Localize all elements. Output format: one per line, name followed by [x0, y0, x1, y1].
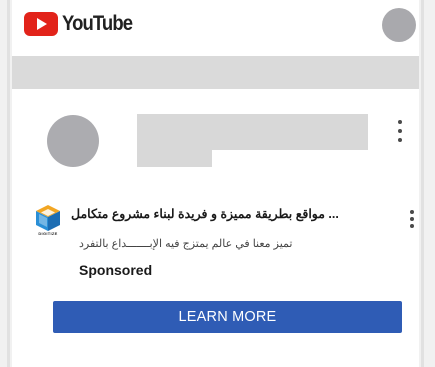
video-subtitle-placeholder: [137, 150, 212, 167]
cube-logo-icon[interactable]: [33, 203, 63, 233]
play-icon: [24, 12, 58, 36]
brand-wordmark: YouTube: [62, 12, 133, 35]
search-bar-placeholder[interactable]: [12, 56, 419, 89]
right-divider: [421, 0, 424, 367]
ad-title[interactable]: ... مواقع بطريقة مميزة و فريدة لبناء مشر…: [71, 206, 396, 221]
youtube-logo[interactable]: YouTube: [24, 12, 142, 36]
learn-more-button[interactable]: LEARN MORE: [53, 301, 402, 333]
more-options-icon[interactable]: [395, 120, 405, 142]
ad-description: تميز معنا في عالم يمتزج فيه الإبـــــــد…: [79, 238, 293, 250]
account-avatar[interactable]: [382, 8, 416, 42]
left-divider: [7, 0, 10, 367]
channel-avatar-placeholder[interactable]: [47, 115, 99, 167]
sponsored-label: Sponsored: [79, 262, 153, 278]
ad-logo-caption: DIGITIZE: [38, 231, 58, 236]
video-title-placeholder[interactable]: [137, 114, 368, 150]
ad-more-options-icon[interactable]: [407, 210, 417, 228]
mobile-feed-screen: YouTube DIGITIZE ... مواقع بطريقة مميزة …: [0, 0, 435, 367]
